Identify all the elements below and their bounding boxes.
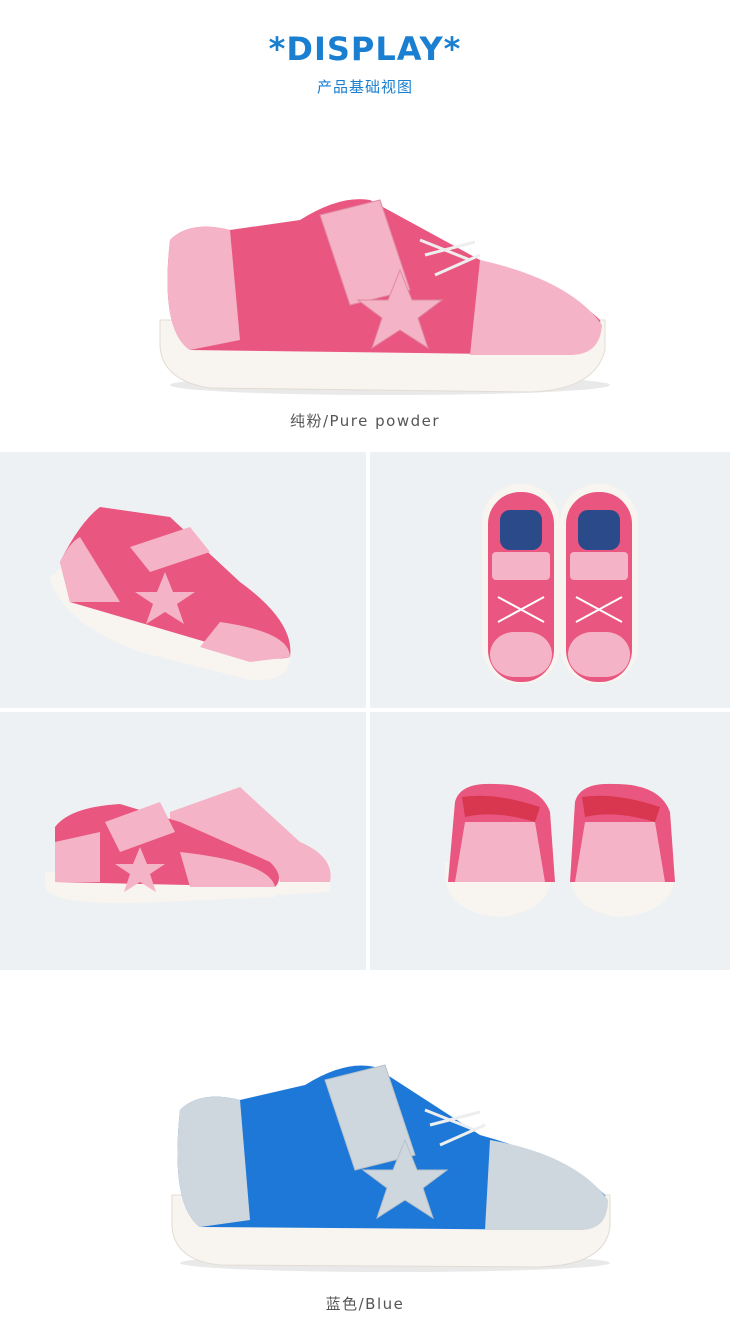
blue-shoe-side-image (160, 1055, 620, 1280)
page-title: *DISPLAY* (268, 30, 462, 68)
panel-front-pair (0, 712, 366, 970)
page-subtitle: 产品基础视图 (316, 78, 413, 96)
blue-caption: 蓝色/Blue (325, 1295, 405, 1313)
pink-shoe-side-image (150, 180, 620, 405)
pink-caption: 纯粉/Pure powder (289, 412, 441, 430)
panel-angled (0, 452, 366, 708)
panel-top (370, 452, 730, 708)
panel-back (370, 712, 730, 970)
